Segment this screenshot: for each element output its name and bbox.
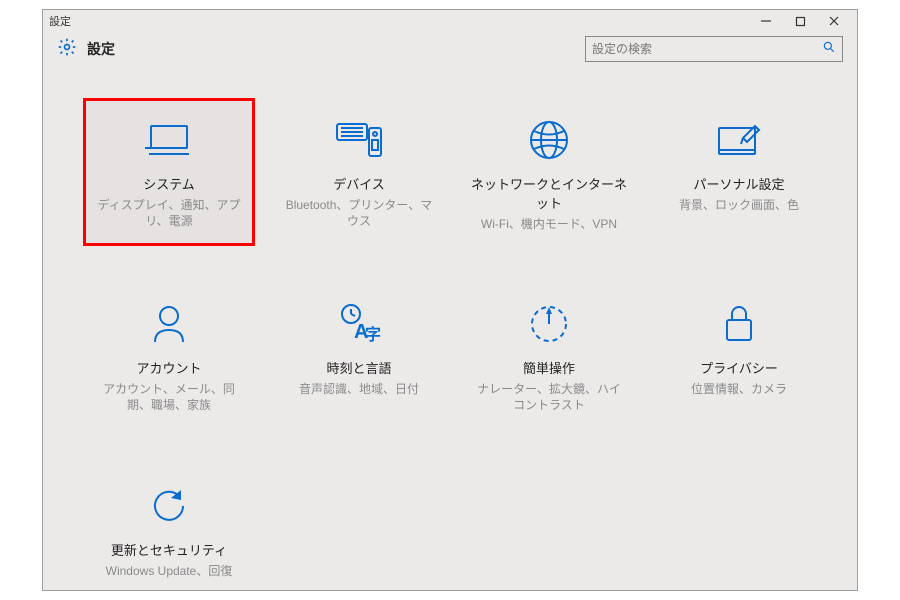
content-area: システム ディスプレイ、通知、アプリ、電源 デバイス Bluetooth、プリン…: [43, 66, 857, 590]
time-language-icon: A字: [337, 298, 381, 350]
tile-desc: Windows Update、回復: [100, 563, 239, 579]
tile-label: パーソナル設定: [693, 174, 784, 193]
tile-label: デバイス: [333, 174, 385, 193]
tile-desc: 音声認識、地域、日付: [293, 381, 425, 397]
close-icon: [828, 15, 840, 27]
tile-system[interactable]: システム ディスプレイ、通知、アプリ、電源: [83, 98, 255, 246]
tile-label: 簡単操作: [523, 358, 575, 377]
tile-accounts[interactable]: アカウント アカウント、メール、同期、職場、家族: [83, 282, 255, 427]
tile-desc: Wi-Fi、機内モード、VPN: [475, 216, 623, 232]
tile-network[interactable]: ネットワークとインターネット Wi-Fi、機内モード、VPN: [463, 98, 635, 246]
minimize-icon: [760, 15, 772, 27]
svg-text:字: 字: [365, 325, 381, 344]
search-icon: [822, 40, 836, 59]
titlebar: 設定: [43, 10, 857, 32]
window-title: 設定: [49, 13, 71, 29]
tile-ease-of-access[interactable]: 簡単操作 ナレーター、拡大鏡、ハイコントラスト: [463, 282, 635, 427]
ease-of-access-icon: [527, 298, 571, 350]
system-icon: [145, 114, 193, 166]
tile-devices[interactable]: デバイス Bluetooth、プリンター、マウス: [273, 98, 445, 246]
tile-time-language[interactable]: A字 時刻と言語 音声認識、地域、日付: [273, 282, 445, 427]
tile-desc: 背景、ロック画面、色: [673, 197, 805, 213]
gear-icon: [57, 37, 77, 62]
tile-update-security[interactable]: 更新とセキュリティ Windows Update、回復: [83, 464, 255, 590]
accounts-icon: [149, 298, 189, 350]
tile-desc: アカウント、メール、同期、職場、家族: [87, 381, 251, 413]
tile-label: 時刻と言語: [326, 358, 391, 377]
tile-label: ネットワークとインターネット: [467, 174, 631, 212]
minimize-button[interactable]: [749, 10, 783, 32]
page-title: 設定: [87, 39, 115, 59]
search-box[interactable]: [585, 36, 843, 62]
tile-personalization[interactable]: パーソナル設定 背景、ロック画面、色: [653, 98, 825, 246]
search-input[interactable]: [592, 42, 822, 56]
network-icon: [527, 114, 571, 166]
tile-desc: ディスプレイ、通知、アプリ、電源: [87, 197, 251, 229]
personalization-icon: [715, 114, 763, 166]
tile-desc: ナレーター、拡大鏡、ハイコントラスト: [467, 381, 631, 413]
close-button[interactable]: [817, 10, 851, 32]
tile-label: プライバシー: [700, 358, 778, 377]
update-security-icon: [147, 480, 191, 532]
tile-label: アカウント: [136, 358, 201, 377]
tile-label: システム: [143, 174, 195, 193]
tile-label: 更新とセキュリティ: [111, 540, 227, 559]
devices-icon: [333, 114, 385, 166]
header: 設定: [43, 32, 857, 66]
maximize-icon: [795, 16, 806, 27]
tile-desc: Bluetooth、プリンター、マウス: [277, 197, 441, 229]
tile-desc: 位置情報、カメラ: [685, 381, 793, 397]
privacy-icon: [721, 298, 757, 350]
tile-privacy[interactable]: プライバシー 位置情報、カメラ: [653, 282, 825, 427]
maximize-button[interactable]: [783, 10, 817, 32]
settings-grid: システム ディスプレイ、通知、アプリ、電源 デバイス Bluetooth、プリン…: [83, 98, 817, 590]
settings-window: 設定 設定 システム: [42, 9, 858, 591]
